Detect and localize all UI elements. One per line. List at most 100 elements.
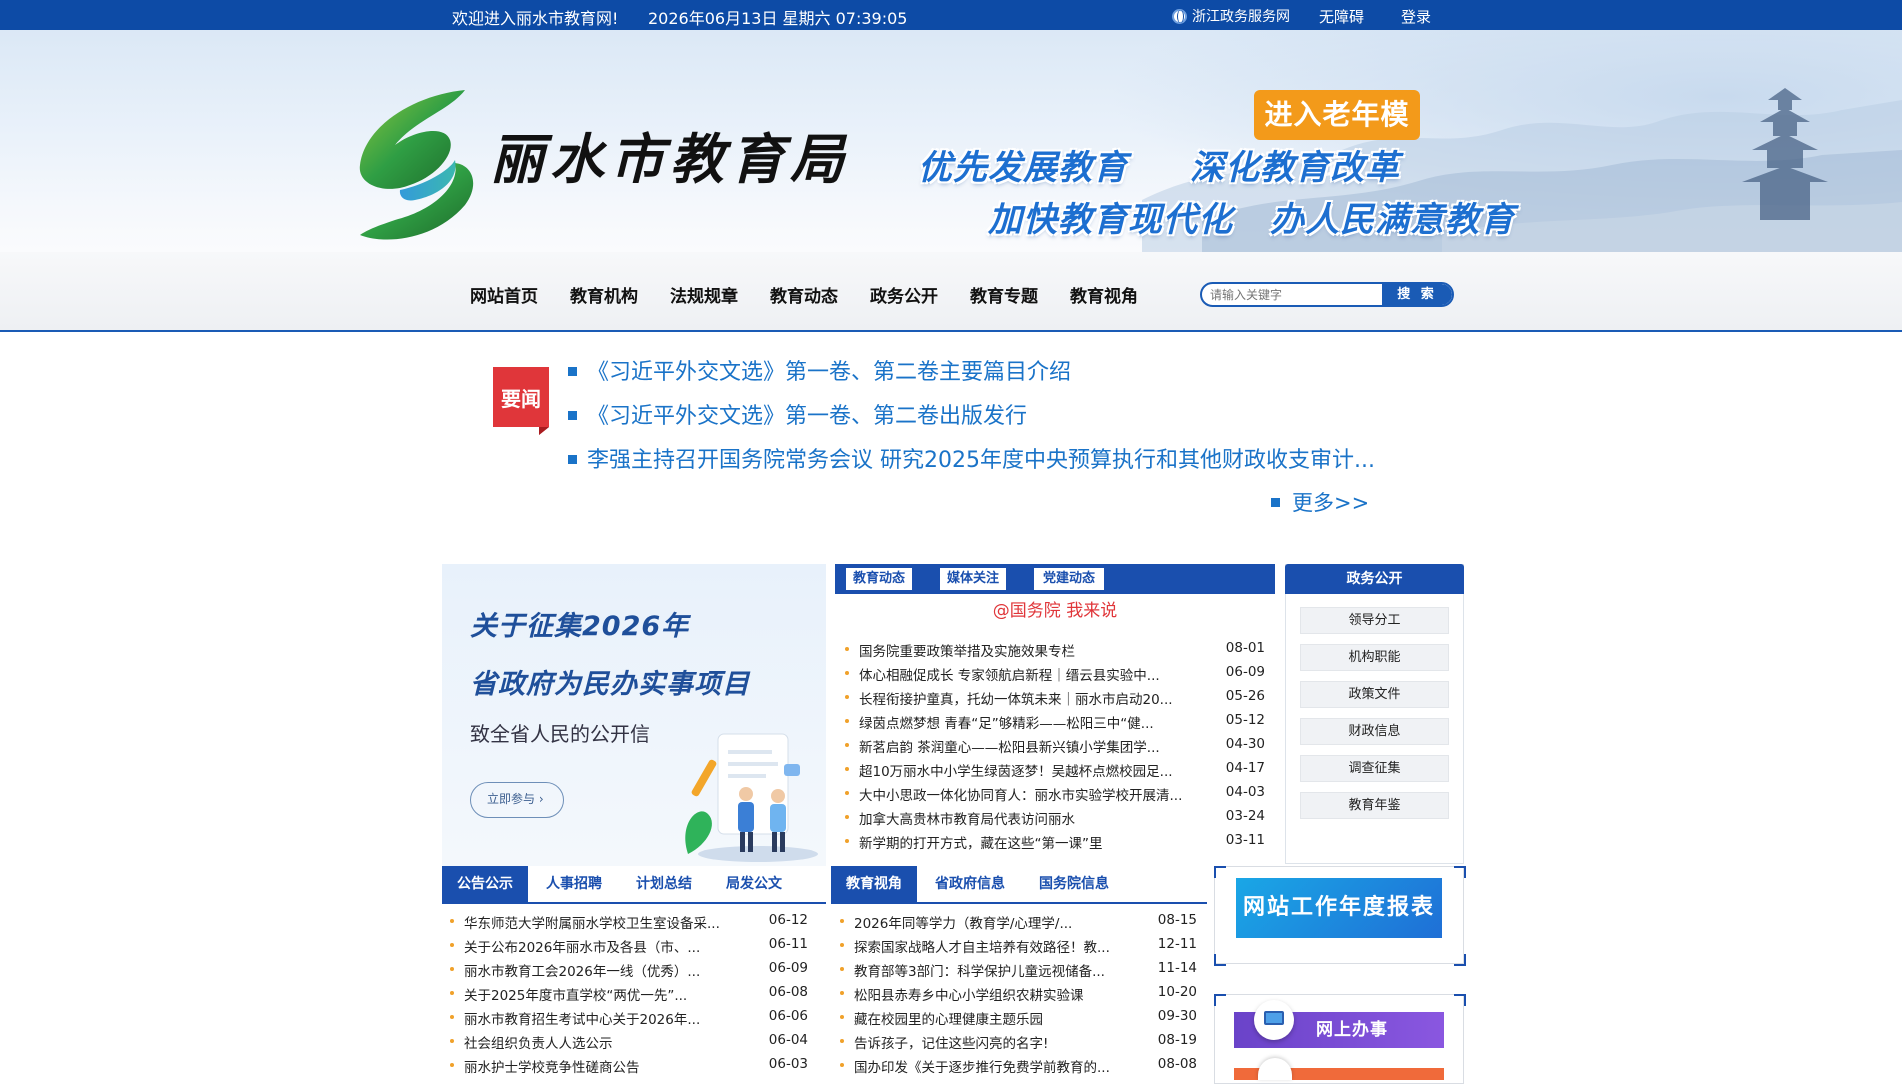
- list-item[interactable]: 超10万丽水中小学生绿茵逐梦！吴越杯点燃校园足... 04-17: [845, 758, 1265, 782]
- gov-panel-title: 政务公开: [1285, 564, 1464, 594]
- list-item[interactable]: 松阳县赤寿乡中心小学组织农耕实验课 10-20: [840, 982, 1197, 1006]
- gov-item[interactable]: 政策文件: [1300, 681, 1449, 708]
- list-item-title: 告诉孩子，记住这些闪亮的名字!: [854, 1036, 1049, 1052]
- bureau-logo-icon: [359, 90, 474, 240]
- list-item[interactable]: 大中小思政一体化协同育人：丽水市实验学校开展清... 04-03: [845, 782, 1265, 806]
- list-item-title: 超10万丽水中小学生绿茵逐梦！吴越杯点燃校园足...: [859, 764, 1173, 780]
- list-item[interactable]: 社会组织负责人人选公示 06-04: [450, 1030, 808, 1054]
- square-bullet-icon: [1271, 497, 1280, 507]
- headline-item[interactable]: 《习近平外交文选》第一卷、第二卷出版发行: [568, 398, 1027, 430]
- list-item-date: 06-06: [768, 1008, 808, 1024]
- headline-badge: 要闻: [493, 367, 549, 435]
- arrow-right-icon: ›: [538, 792, 544, 806]
- nav-item-home[interactable]: 网站首页: [470, 282, 538, 307]
- datetime-text: 2026年06月13日 星期六 07:39:05: [648, 9, 908, 28]
- list-item[interactable]: 藏在校园里的心理健康主题乐园 09-30: [840, 1006, 1197, 1030]
- headline-item[interactable]: 李强主持召开国务院常务会议 研究2025年度中央预算执行和其他财政收支审计...: [568, 442, 1375, 474]
- annual-report-link[interactable]: 网站工作年度报表: [1236, 878, 1442, 938]
- headlines-more-link[interactable]: 更多>>: [1271, 487, 1369, 517]
- tab-edu-news[interactable]: 教育动态: [846, 568, 912, 590]
- tab-plans[interactable]: 计划总结: [636, 866, 692, 902]
- list-item[interactable]: 体心相融促成长 专家领航启新程｜缙云县实验中... 06-09: [845, 662, 1265, 686]
- list-item-date: 08-15: [1157, 912, 1197, 928]
- list-item[interactable]: 告诉孩子，记住这些闪亮的名字! 08-19: [840, 1030, 1197, 1054]
- nav-item-topics[interactable]: 教育专题: [970, 282, 1038, 307]
- tab-council-info[interactable]: 国务院信息: [1039, 866, 1109, 902]
- promo-join-button[interactable]: 立即参与 ›: [470, 782, 564, 818]
- list-item[interactable]: 2026年同等学力（教育学/心理学/... 08-15: [840, 910, 1197, 934]
- bureau-logo-text: 丽水市教育局: [490, 127, 850, 191]
- gov-item[interactable]: 财政信息: [1300, 718, 1449, 745]
- promo-banner[interactable]: 关于征集2026年 省政府为民办实事项目 致全省人民的公开信 立即参与 ›: [442, 564, 826, 866]
- gov-item[interactable]: 领导分工: [1300, 607, 1449, 634]
- list-item-title: 国务院重要政策举措及实施效果专栏: [859, 644, 1075, 660]
- list-item[interactable]: 国务院重要政策举措及实施效果专栏 08-01: [845, 638, 1265, 662]
- main-nav: 网站首页 教育机构 法规规章 教育动态 政务公开 教育专题 教育视角: [0, 252, 1902, 332]
- list-item-date: 06-11: [768, 936, 808, 952]
- list-item[interactable]: 丽水市教育招生考试中心关于2026年... 06-06: [450, 1006, 808, 1030]
- list-item[interactable]: 长程衔接护童真，托幼一体筑未来｜丽水市启动20... 05-26: [845, 686, 1265, 710]
- nav-item-regulations[interactable]: 法规规章: [670, 282, 738, 307]
- square-bullet-icon: [568, 366, 577, 376]
- tab-province-info[interactable]: 省政府信息: [935, 866, 1005, 902]
- tab-media[interactable]: 媒体关注: [940, 568, 1006, 590]
- search-input[interactable]: [1210, 284, 1370, 305]
- list-item-title: 社会组织负责人人选公示: [464, 1036, 613, 1052]
- list-item-title: 丽水护士学校竞争性磋商公告: [464, 1060, 640, 1076]
- login-link[interactable]: 登录: [1401, 6, 1431, 27]
- nav-item-perspective[interactable]: 教育视角: [1070, 282, 1138, 307]
- tab-recruitment[interactable]: 人事招聘: [546, 866, 602, 902]
- nav-item-institutions[interactable]: 教育机构: [570, 282, 638, 307]
- list-item[interactable]: 教育部等3部门：科学保护儿童远视储备... 11-14: [840, 958, 1197, 982]
- list-item[interactable]: 新茗启韵 茶润童心——松阳县新兴镇小学集团学... 04-30: [845, 734, 1265, 758]
- list-item-title: 藏在校园里的心理健康主题乐园: [854, 1012, 1043, 1028]
- gov-item[interactable]: 调查征集: [1300, 755, 1449, 782]
- headline-item[interactable]: 《习近平外交文选》第一卷、第二卷主要篇目介绍: [568, 354, 1071, 386]
- list-item[interactable]: 探索国家战略人才自主培养有效路径！教... 12-11: [840, 934, 1197, 958]
- gov-item[interactable]: 机构职能: [1300, 644, 1449, 671]
- gov-item[interactable]: 教育年鉴: [1300, 792, 1449, 819]
- frame-corner: [1454, 954, 1466, 966]
- nav-item-gov-affairs[interactable]: 政务公开: [870, 282, 938, 307]
- list-item[interactable]: 加拿大高贵林市教育局代表访问丽水 03-24: [845, 806, 1265, 830]
- state-council-subtitle[interactable]: @国务院 我来说: [835, 596, 1275, 621]
- edu-news-list: 国务院重要政策举措及实施效果专栏 08-01 体心相融促成长 专家领航启新程｜缙云县…: [845, 638, 1265, 854]
- view-tab-bar: 教育视角 省政府信息 国务院信息: [831, 866, 1207, 904]
- accessibility-link[interactable]: 无障碍: [1319, 6, 1364, 27]
- list-item[interactable]: 关于公布2026年丽水市及各县（市、... 06-11: [450, 934, 808, 958]
- list-item-title: 丽水市教育招生考试中心关于2026年...: [464, 1012, 701, 1028]
- list-item-title: 体心相融促成长 专家领航启新程｜缙云县实验中...: [859, 668, 1160, 684]
- list-item[interactable]: 国办印发《关于逐步推行免费学前教育的... 08-08: [840, 1054, 1197, 1078]
- square-bullet-icon: [568, 454, 577, 464]
- frame-corner: [1454, 994, 1466, 1006]
- elder-mode-button[interactable]: 进入老年模式: [1254, 90, 1420, 181]
- nav-item-news[interactable]: 教育动态: [770, 282, 838, 307]
- header-banner: 丽水市教育局 进入老年模式 优先发展教育 深化教育改革 加快教育现代化 办人民满…: [0, 30, 1902, 252]
- list-item-title: 松阳县赤寿乡中心小学组织农耕实验课: [854, 988, 1084, 1004]
- slogan-3: 加快教育现代化: [988, 200, 1233, 240]
- promo-title-1: 关于征集2026年: [470, 611, 690, 642]
- tab-party[interactable]: 党建动态: [1034, 568, 1104, 590]
- list-item-date: 03-11: [1225, 832, 1265, 848]
- tab-documents[interactable]: 局发公文: [726, 866, 782, 902]
- list-item[interactable]: 丽水护士学校竞争性磋商公告 06-03: [450, 1054, 808, 1078]
- list-item[interactable]: 关于2025年度市直学校“两优一先”... 06-08: [450, 982, 808, 1006]
- tab-edu-view[interactable]: 教育视角: [831, 866, 917, 902]
- promo-illustration: [685, 733, 818, 862]
- list-item[interactable]: 绿茵点燃梦想 青春“足”够精彩——松阳三中“健... 05-12: [845, 710, 1265, 734]
- welcome-text: 欢迎进入丽水市教育网!: [452, 9, 619, 28]
- list-item[interactable]: 华东师范大学附属丽水学校卫生室设备采... 06-12: [450, 910, 808, 934]
- list-item[interactable]: 新学期的打开方式，藏在这些“第一课”里 03-11: [845, 830, 1265, 854]
- slogan-1: 优先发展教育: [918, 148, 1128, 188]
- list-item[interactable]: 丽水市教育工会2026年一线（优秀）... 06-09: [450, 958, 808, 982]
- notice-list: 华东师范大学附属丽水学校卫生室设备采... 06-12 关于公布2026年丽水市及各…: [450, 910, 808, 1078]
- tab-notices[interactable]: 公告公示: [442, 866, 528, 902]
- promo-subtitle: 致全省人民的公开信: [470, 722, 650, 746]
- list-item-title: 关于2025年度市直学校“两优一先”...: [464, 988, 688, 1004]
- list-item-title: 教育部等3部门：科学保护儿童远视储备...: [854, 964, 1105, 980]
- zj-service-link[interactable]: 浙江政务服务网: [1172, 6, 1290, 26]
- list-item-date: 06-09: [768, 960, 808, 976]
- list-item-title: 加拿大高贵林市教育局代表访问丽水: [859, 812, 1075, 828]
- frame-corner: [1214, 866, 1226, 878]
- search-button[interactable]: 搜 索: [1382, 284, 1452, 305]
